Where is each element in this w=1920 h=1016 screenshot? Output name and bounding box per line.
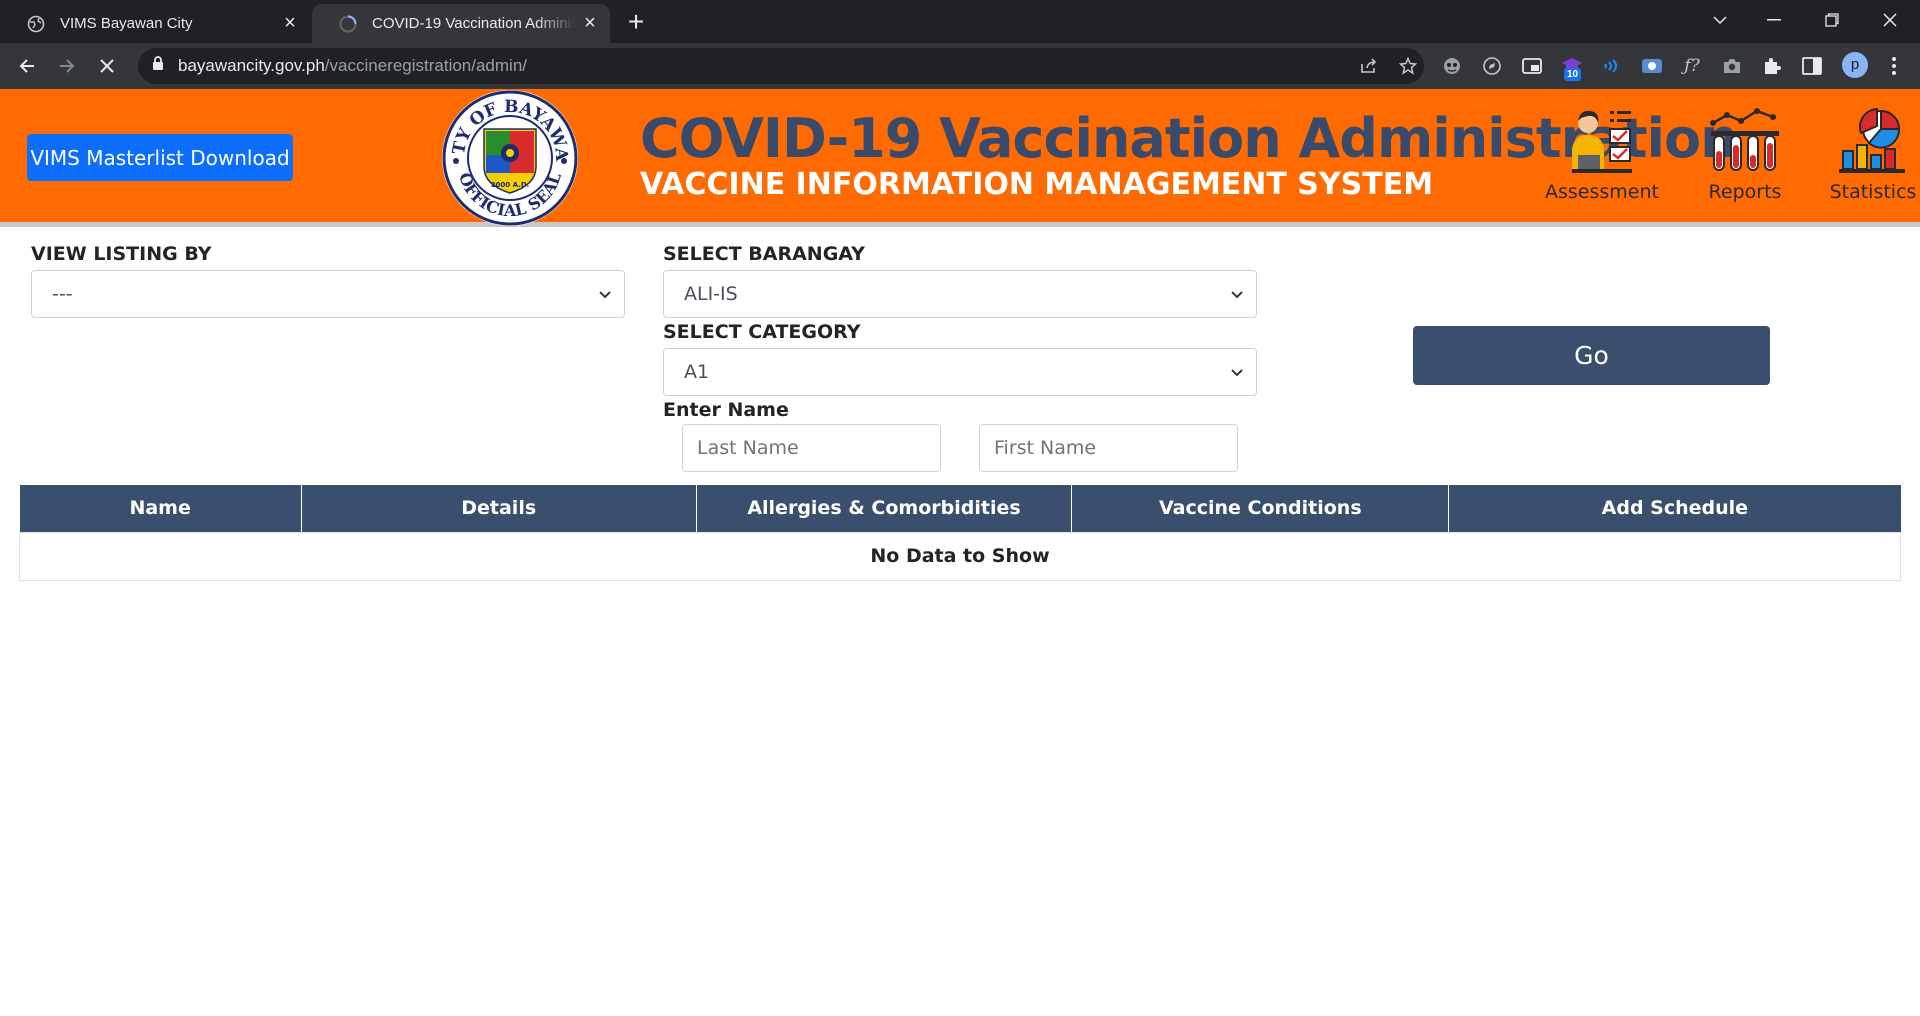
first-name-input[interactable] [979,424,1238,472]
seal-year: 2000 A.D. [491,181,530,189]
nav-statistics[interactable]: Statistics [1826,89,1920,227]
category-select[interactable]: A1 [663,348,1257,396]
results-table: Name Details Allergies & Comorbidities V… [19,485,1901,581]
address-bar[interactable]: bayawancity.gov.ph/vaccineregistration/a… [138,48,1424,84]
statistics-icon [1839,107,1905,173]
tab-title: VIMS Bayawan City [60,15,193,32]
browser-tab-vims[interactable]: VIMS Bayawan City × [0,4,310,43]
side-panel-icon[interactable] [1800,54,1824,78]
assessment-icon [1572,110,1632,173]
tab-title: COVID-19 Vaccination Administration [372,15,576,32]
category-label: SELECT CATEGORY [663,321,861,343]
extension-badge: 10 [1564,68,1582,81]
extension-face-icon[interactable] [1440,54,1464,78]
nav-assessment[interactable]: Assessment [1545,89,1659,227]
masterlist-download-button[interactable]: VIMS Masterlist Download [27,134,293,181]
lock-icon [152,56,164,76]
screen-capture-icon[interactable] [1640,54,1664,78]
column-header-vaccine-conditions[interactable]: Vaccine Conditions [1071,485,1450,532]
minimize-icon[interactable] [1746,0,1802,40]
share-icon[interactable] [1358,55,1380,77]
browser-tab-bar: VIMS Bayawan City × COVID-19 Vaccination… [0,0,1920,43]
browser-toolbar: bayawancity.gov.ph/vaccineregistration/a… [0,43,1920,89]
chevron-down-icon [598,286,612,308]
view-listing-select[interactable]: --- [31,270,625,318]
nav-reports-label: Reports [1708,181,1782,203]
read-aloud-icon[interactable] [1600,54,1624,78]
page-subtitle: VACCINE INFORMATION MANAGEMENT SYSTEM [640,167,1434,202]
more-menu-icon[interactable] [1882,54,1906,78]
view-listing-value: --- [52,283,73,305]
barangay-label: SELECT BARANGAY [663,243,865,265]
city-seal-logo: CITY OF BAYAWAN OFFICIAL SEAL 2000 A.D. [426,74,586,227]
nav-statistics-label: Statistics [1829,181,1917,203]
browser-tab-active[interactable]: COVID-19 Vaccination Administration × [312,4,610,43]
empty-table-message: No Data to Show [19,531,1901,581]
new-tab-button[interactable]: + [620,7,652,39]
bookmark-star-icon[interactable] [1397,55,1419,77]
picture-in-picture-icon[interactable] [1520,54,1544,78]
column-header-details[interactable]: Details [301,485,697,532]
barangay-value: ALI-IS [684,283,738,305]
table-row: No Data to Show [19,531,1901,581]
table-header-row: Name Details Allergies & Comorbidities V… [19,485,1901,532]
chevron-down-icon [1230,286,1244,308]
chevron-down-icon [1230,364,1244,386]
tab-search-icon[interactable] [1692,0,1748,40]
stop-loading-icon[interactable] [91,50,123,82]
view-listing-label: VIEW LISTING BY [31,243,212,265]
close-tab-icon[interactable]: × [576,10,604,38]
formula-icon[interactable]: ƒ? [1680,54,1704,78]
camera-icon[interactable] [1720,54,1744,78]
forward-arrow-icon[interactable] [51,50,83,82]
restore-icon[interactable] [1804,0,1860,40]
url-path: /vaccineregistration/admin/ [324,56,528,75]
profile-avatar[interactable]: p [1842,52,1868,78]
url-host: bayawancity.gov.ph [178,56,325,75]
column-header-add-schedule[interactable]: Add Schedule [1448,485,1901,532]
column-header-name[interactable]: Name [19,485,302,532]
category-value: A1 [684,361,710,383]
last-name-input[interactable] [682,424,941,472]
enter-name-label: Enter Name [663,399,789,421]
go-button[interactable]: Go [1413,326,1770,385]
close-window-icon[interactable] [1862,0,1918,40]
loading-spinner-icon [338,14,358,34]
barangay-select[interactable]: ALI-IS [663,270,1257,318]
close-tab-icon[interactable]: × [276,10,304,38]
site-header: VIMS Masterlist Download CITY OF BAYAWAN… [0,74,1920,227]
compass-icon[interactable] [1480,54,1504,78]
nav-assessment-label: Assessment [1545,181,1659,203]
globe-icon [26,14,46,34]
column-header-allergies[interactable]: Allergies & Comorbidities [696,485,1073,532]
nav-reports[interactable]: Reports [1700,89,1790,227]
back-arrow-icon[interactable] [11,50,43,82]
reports-icon [1710,108,1779,171]
puzzle-extensions-icon[interactable] [1760,54,1784,78]
